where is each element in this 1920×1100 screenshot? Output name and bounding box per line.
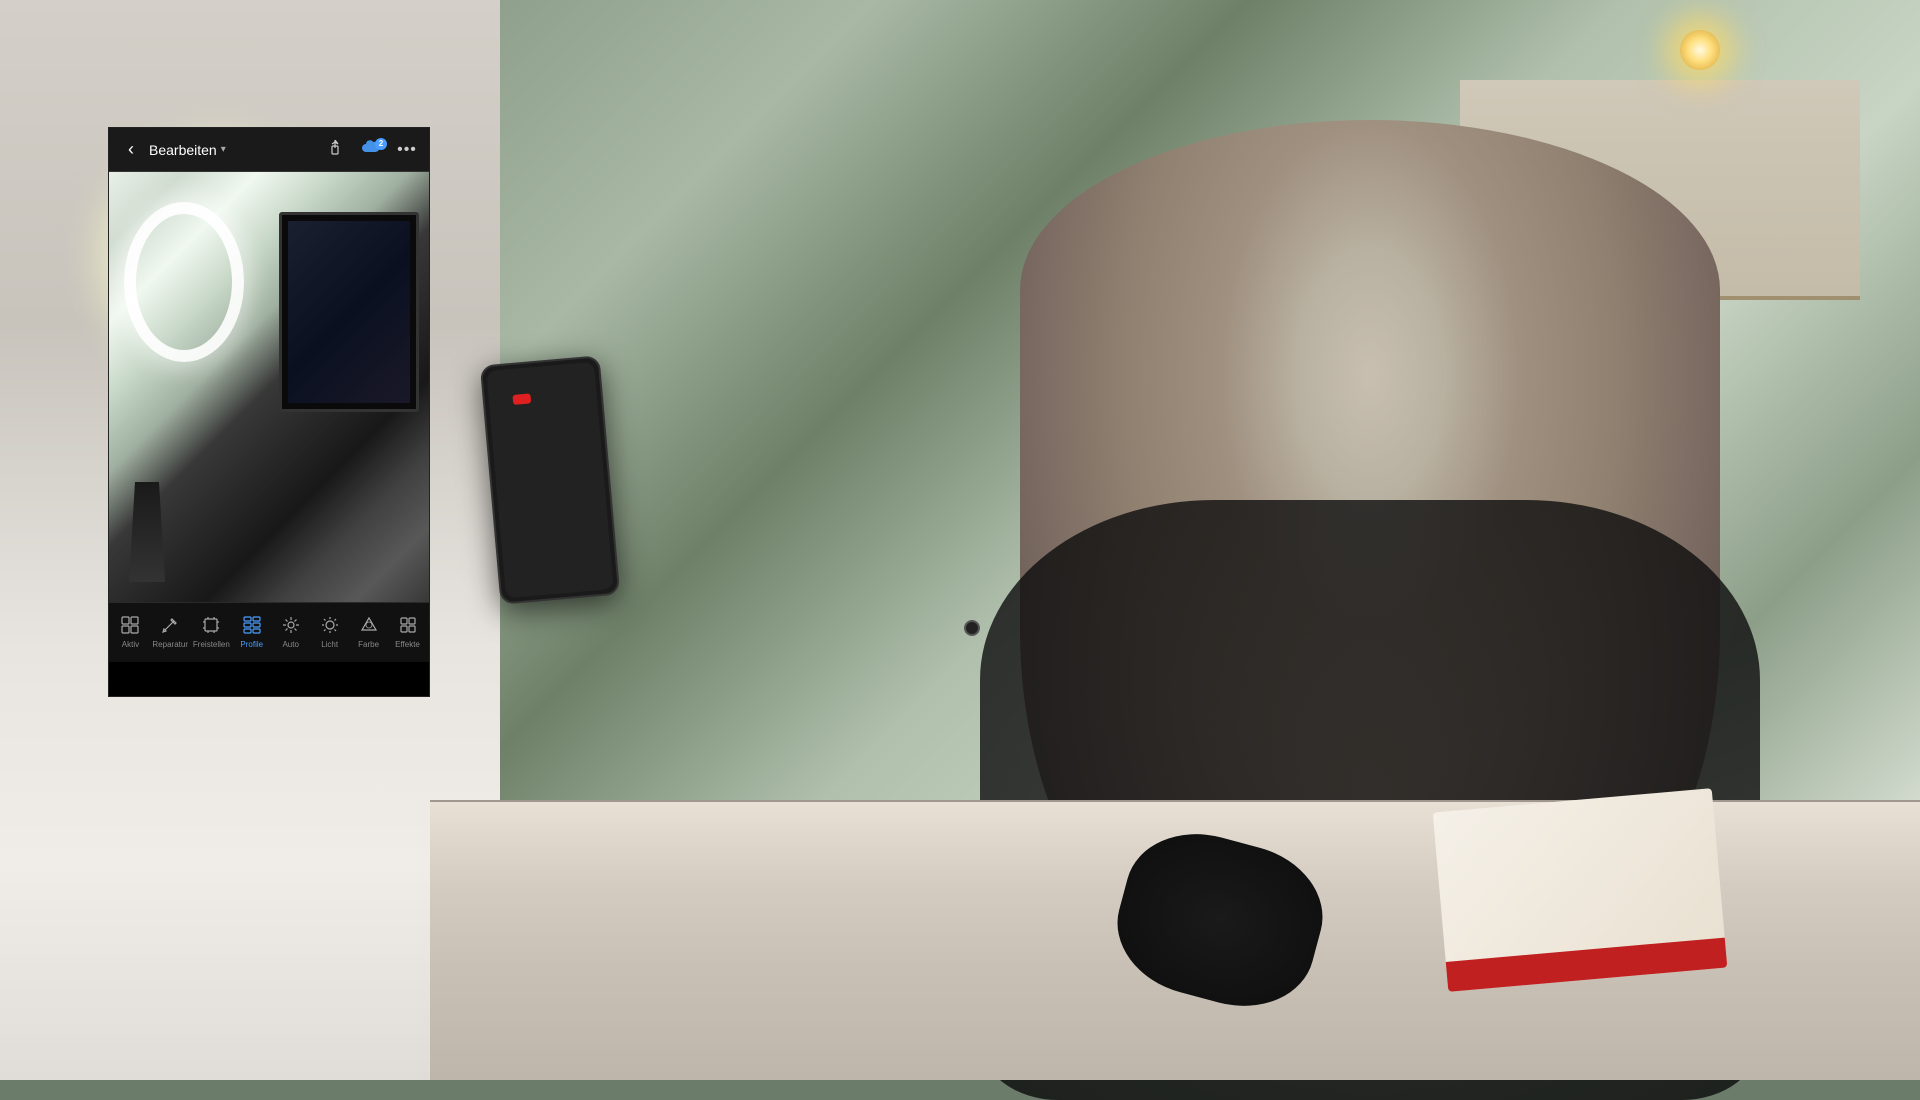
farbe-icon: [360, 616, 378, 638]
cloud-count-badge: 2: [375, 138, 387, 150]
phone-body: [480, 355, 620, 605]
freistellen-label: Freistellen: [193, 640, 230, 649]
desk-surface: [430, 800, 1920, 1080]
lightroom-mobile-app: ‹ Bearbeiten ▾: [108, 127, 430, 697]
lr-bottom-toolbar: Aktiv Reparatur: [109, 602, 429, 662]
profile-label: Profile: [240, 640, 263, 649]
cloud-sync-button[interactable]: 2: [355, 136, 387, 164]
more-icon: •••: [397, 141, 417, 159]
licht-icon: [321, 616, 339, 638]
tool-effekte[interactable]: Effekte: [389, 612, 427, 653]
reparatur-label: Reparatur: [152, 640, 188, 649]
back-icon: ‹: [128, 139, 134, 160]
reparatur-icon: [161, 616, 179, 638]
auto-icon: [282, 616, 300, 638]
desk-lamp: [1660, 30, 1740, 190]
paper-red-strip: [1446, 938, 1728, 992]
lr-header: ‹ Bearbeiten ▾: [109, 128, 429, 172]
licht-label: Licht: [321, 640, 338, 649]
farbe-label: Farbe: [358, 640, 379, 649]
lapel-mic: [964, 620, 980, 636]
desk-paper: [1433, 788, 1728, 992]
aktiv-label: Aktiv: [122, 640, 139, 649]
share-icon: [327, 140, 343, 159]
phone-notification: [512, 393, 531, 405]
share-button[interactable]: [321, 136, 349, 164]
photo-monitor-screen: [288, 221, 410, 403]
phone-screen: [486, 362, 613, 599]
tool-farbe[interactable]: Farbe: [350, 612, 388, 653]
profile-icon: [243, 616, 261, 638]
lr-photo-area: [109, 172, 429, 602]
photo-monitor: [279, 212, 419, 412]
photo-tripod: [117, 482, 177, 582]
camera-body: [1103, 817, 1338, 1023]
tool-auto[interactable]: Auto: [272, 612, 310, 653]
tool-freistellen[interactable]: Freistellen: [191, 612, 232, 653]
title-text: Bearbeiten: [149, 142, 217, 158]
back-button[interactable]: ‹: [117, 136, 145, 164]
header-actions: 2 •••: [321, 136, 421, 164]
effekte-label: Effekte: [395, 640, 420, 649]
photo-ring-light: [124, 202, 244, 362]
lr-title: Bearbeiten ▾: [149, 142, 321, 158]
title-chevron-icon: ▾: [221, 144, 226, 155]
tool-profile[interactable]: Profile: [233, 612, 271, 653]
tool-reparatur[interactable]: Reparatur: [150, 612, 190, 653]
tool-licht[interactable]: Licht: [311, 612, 349, 653]
tool-aktiv[interactable]: Aktiv: [111, 612, 149, 653]
auto-label: Auto: [282, 640, 298, 649]
phone-container: [480, 355, 620, 605]
aktiv-icon: [121, 616, 139, 638]
more-options-button[interactable]: •••: [393, 136, 421, 164]
freistellen-icon: [202, 616, 220, 638]
photo-content: [109, 172, 429, 602]
effekte-icon: [399, 616, 417, 638]
